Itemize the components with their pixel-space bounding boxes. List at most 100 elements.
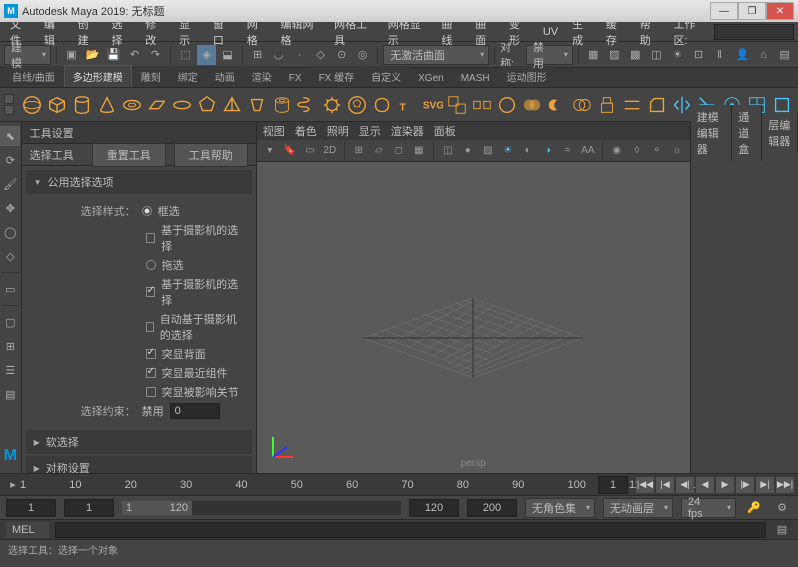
layout-single-icon[interactable]: ▢ <box>0 312 20 332</box>
anim-start-field[interactable] <box>6 499 56 517</box>
poly-torus-icon[interactable] <box>120 91 143 119</box>
next-key-icon[interactable]: ▶| <box>756 477 774 493</box>
viewport-canvas[interactable]: persp <box>257 162 690 473</box>
vp-ao-icon[interactable]: ◑ <box>539 142 557 160</box>
range-end-field[interactable] <box>409 499 459 517</box>
layout-outliner-icon[interactable]: ☰ <box>0 360 20 380</box>
vp-menu-显示[interactable]: 显示 <box>359 123 381 139</box>
vp-shadows-icon[interactable]: ◐ <box>519 142 537 160</box>
mode-dropdown[interactable]: 建模 <box>4 45 51 65</box>
vp-menu-着色[interactable]: 着色 <box>295 123 317 139</box>
move-tool-icon[interactable]: ✥ <box>0 198 20 218</box>
vp-menu-渲染器[interactable]: 渲染器 <box>391 123 424 139</box>
separate-icon[interactable] <box>471 91 494 119</box>
open-icon[interactable]: 📂 <box>83 45 102 65</box>
command-input[interactable] <box>55 522 766 538</box>
range-start-field[interactable] <box>64 499 114 517</box>
combine-icon[interactable] <box>446 91 469 119</box>
script-lang-dropdown[interactable]: MEL <box>6 522 49 538</box>
rotate-tool-icon[interactable]: ◯ <box>0 222 20 242</box>
select-mode-icon[interactable]: ⬚ <box>176 45 195 65</box>
new-scene-icon[interactable]: ▣ <box>62 45 81 65</box>
snap-center-icon[interactable]: ⊙ <box>332 45 351 65</box>
highlight-joint-checkbox[interactable] <box>146 387 156 397</box>
bevel-icon[interactable] <box>646 91 669 119</box>
layout-persp-icon[interactable]: ▤ <box>0 384 20 404</box>
vp-wireframe-icon[interactable]: ◫ <box>439 142 457 160</box>
render-settings-icon[interactable]: ▩ <box>626 45 645 65</box>
lasso-tool-icon[interactable]: ⟳ <box>0 150 20 170</box>
bool-diff-icon[interactable] <box>546 91 569 119</box>
platonic-icon[interactable] <box>195 91 218 119</box>
ipr-icon[interactable]: ▨ <box>605 45 624 65</box>
poly-pyramid-icon[interactable] <box>220 91 243 119</box>
go-start-icon[interactable]: |◀◀ <box>636 477 654 493</box>
snap-curve-icon[interactable]: ◡ <box>269 45 288 65</box>
right-tab[interactable]: 层编辑器 <box>762 113 798 153</box>
svg-icon[interactable]: SVG <box>421 91 444 119</box>
shelf-tab-5[interactable]: 渲染 <box>244 66 280 87</box>
bool-union-icon[interactable] <box>521 91 544 119</box>
symmetry-section[interactable]: 对称设置 <box>26 456 252 473</box>
shelf-tab-9[interactable]: XGen <box>410 70 452 87</box>
maximize-button[interactable]: ❐ <box>738 2 766 20</box>
panel-icon[interactable]: ⊡ <box>689 45 708 65</box>
vp-menu-照明[interactable]: 照明 <box>327 123 349 139</box>
reset-tool-button[interactable]: 重置工具 <box>92 143 166 167</box>
vp-gate-mask-icon[interactable]: ▦ <box>410 142 428 160</box>
shelf-tab-1[interactable]: 多边形建模 <box>64 65 132 87</box>
layout-icon[interactable]: ▤ <box>775 45 794 65</box>
poly-sphere-icon[interactable] <box>20 91 43 119</box>
poly-disc-icon[interactable] <box>170 91 193 119</box>
constraint-field[interactable] <box>170 403 220 419</box>
shelf-tab-3[interactable]: 绑定 <box>170 66 206 87</box>
account-icon[interactable]: 👤 <box>733 45 752 65</box>
shelf-opt-icon[interactable] <box>4 94 14 104</box>
current-frame-field[interactable] <box>598 476 628 494</box>
toggle-icon[interactable]: ‖ <box>710 45 729 65</box>
last-tool-icon[interactable]: ▭ <box>0 279 20 299</box>
poly-prism-icon[interactable] <box>245 91 268 119</box>
vp-shaded-icon[interactable]: ● <box>459 142 477 160</box>
timeline-opt-icon[interactable]: ▸ <box>6 475 20 495</box>
shelf-tab-8[interactable]: 自定义 <box>363 66 409 87</box>
render-icon[interactable]: ▦ <box>584 45 603 65</box>
minimize-button[interactable]: — <box>710 2 738 20</box>
poly-helix-icon[interactable] <box>295 91 318 119</box>
poly-pipe-icon[interactable] <box>270 91 293 119</box>
poly-soccer-icon[interactable] <box>345 91 368 119</box>
snap-plane-icon[interactable]: ◇ <box>311 45 330 65</box>
vp-grid-icon[interactable]: ⊞ <box>350 142 368 160</box>
common-select-section[interactable]: 公用选择选项 <box>26 170 252 194</box>
redo-icon[interactable]: ↷ <box>146 45 165 65</box>
autokey-icon[interactable]: 🔑 <box>744 498 764 518</box>
smooth-dropdown[interactable]: 无激活曲面 <box>383 45 489 65</box>
hypershade-icon[interactable]: ◫ <box>647 45 666 65</box>
drag-camera-checkbox[interactable] <box>146 287 156 297</box>
vp-menu-面板[interactable]: 面板 <box>434 123 456 139</box>
save-icon[interactable]: 💾 <box>104 45 123 65</box>
super-ellipse-icon[interactable] <box>370 91 393 119</box>
play-fwd-icon[interactable]: ▶ <box>716 477 734 493</box>
go-end-icon[interactable]: ▶▶| <box>776 477 794 493</box>
light-icon[interactable]: ☀ <box>668 45 687 65</box>
highlight-bg-checkbox[interactable] <box>146 349 156 359</box>
vp-image-plane-icon[interactable]: ▭ <box>301 142 319 160</box>
range-bar[interactable]: 1120 <box>122 501 401 515</box>
marquee-camera-checkbox[interactable] <box>146 233 156 243</box>
shelf-gear-icon[interactable] <box>4 105 14 115</box>
poly-cylinder-icon[interactable] <box>70 91 93 119</box>
highlight-near-checkbox[interactable] <box>146 368 156 378</box>
vp-res-gate-icon[interactable]: ◻ <box>390 142 408 160</box>
vp-textured-icon[interactable]: ▨ <box>479 142 497 160</box>
drag-radio[interactable] <box>146 260 156 270</box>
step-back-icon[interactable]: ◀| <box>676 477 694 493</box>
select-all-icon[interactable]: ◈ <box>197 45 216 65</box>
vp-2d-icon[interactable]: 2D <box>321 142 339 160</box>
marquee-radio[interactable] <box>142 206 152 216</box>
bool-inter-icon[interactable] <box>571 91 594 119</box>
vp-film-gate-icon[interactable]: ▱ <box>370 142 388 160</box>
symmetry-dropdown[interactable]: 禁用 <box>526 45 573 65</box>
paint-select-icon[interactable]: 🖌 <box>0 174 20 194</box>
vp-lights-icon[interactable]: ☀ <box>499 142 517 160</box>
